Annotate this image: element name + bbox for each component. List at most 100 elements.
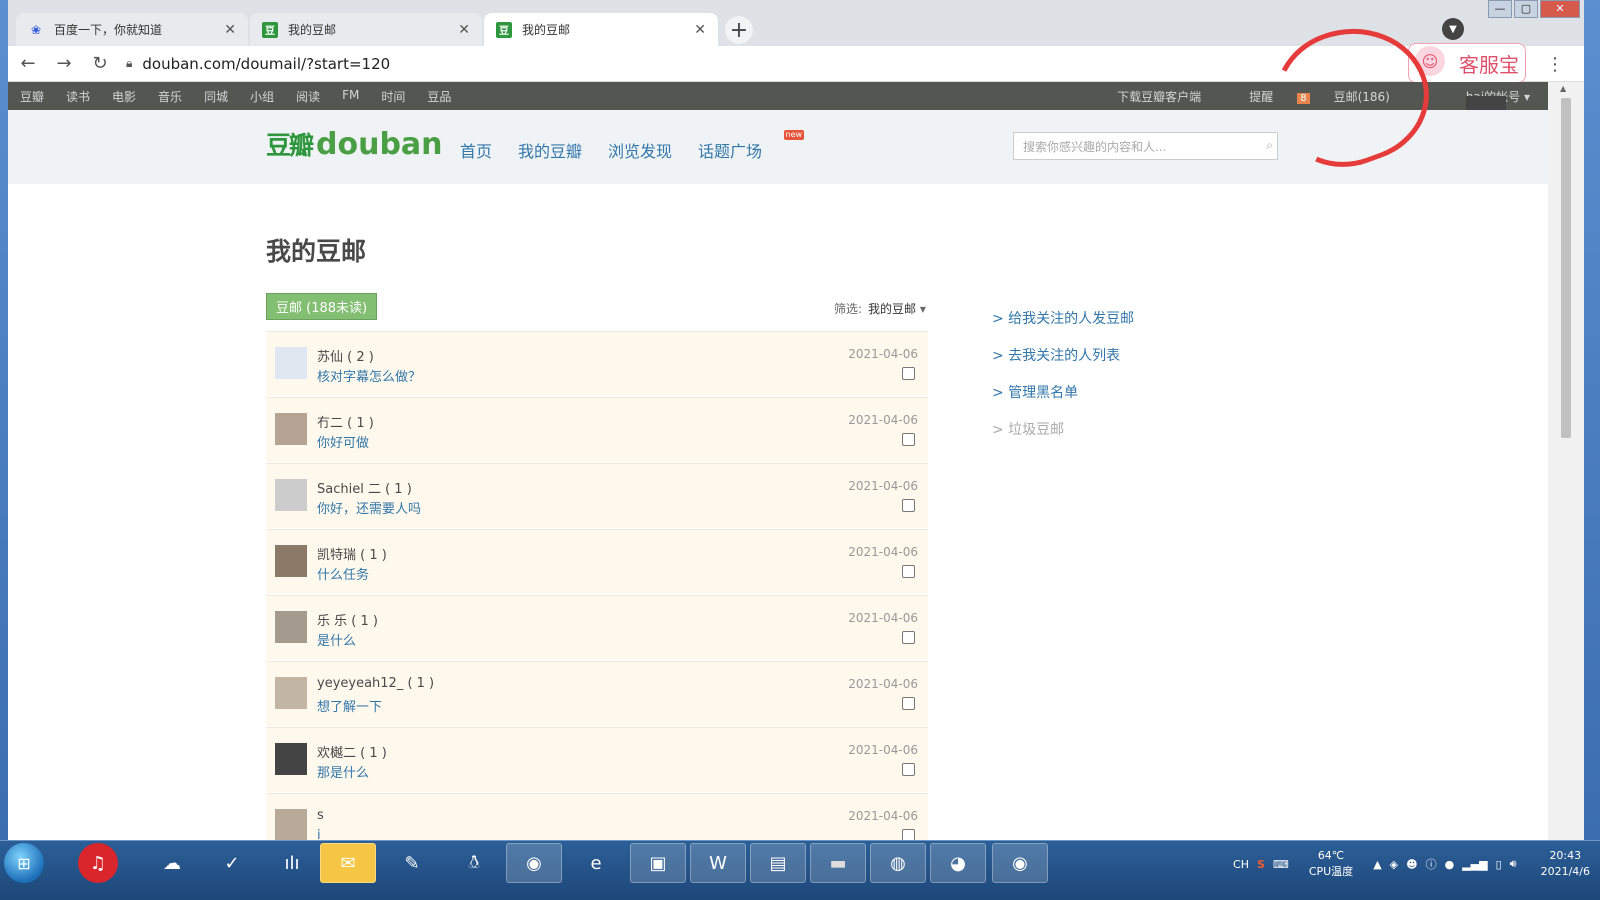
trash-doumail-link[interactable]: > 垃圾豆邮 — [992, 419, 1134, 439]
sender-name[interactable]: 凯特瑞 ( 1 ) — [317, 544, 387, 563]
sender-name[interactable]: 冇二 ( 1 ) — [317, 412, 374, 431]
tray-expand-icon[interactable]: ▲ — [1373, 858, 1381, 871]
vpn-icon[interactable]: ✓ — [204, 843, 260, 883]
cpu-temperature[interactable]: 64℃ CPU温度 — [1309, 848, 1353, 880]
sender-name[interactable]: s — [317, 808, 324, 823]
tray-app-icon[interactable]: ● — [1445, 858, 1455, 871]
global-nav-item[interactable]: 阅读 — [296, 88, 320, 105]
message-preview[interactable]: 你好可做 — [317, 432, 369, 451]
message-checkbox[interactable] — [902, 763, 915, 776]
message-preview[interactable]: 想了解一下 — [317, 696, 382, 715]
global-nav-item[interactable]: 电影 — [112, 88, 136, 105]
browser-tab-doumail-1[interactable]: 豆 我的豆邮 ✕ — [250, 13, 482, 46]
sender-name[interactable]: 欢樾⼆ ( 1 ) — [317, 742, 387, 761]
global-nav-item[interactable]: 豆品 — [427, 88, 451, 105]
message-checkbox[interactable] — [902, 433, 915, 446]
browser-tab-doumail-active[interactable]: 豆 我的豆邮 ✕ — [484, 13, 718, 46]
sender-avatar[interactable] — [275, 677, 307, 709]
firefox-icon[interactable]: ◍ — [870, 843, 926, 883]
browser-green-icon[interactable]: e — [568, 843, 624, 883]
sender-name[interactable]: 乐 乐 ( 1 ) — [317, 610, 378, 629]
message-row[interactable]: 乐 乐 ( 1 ) 是什么 2021-04-06 — [266, 595, 928, 661]
close-tab-icon[interactable]: ✕ — [694, 22, 706, 38]
volume-icon[interactable]: 🔊︎ — [1510, 857, 1517, 871]
profile-dropdown-icon[interactable]: ▼ — [1442, 18, 1464, 40]
followed-list-link[interactable]: > 去我关注的人列表 — [992, 345, 1134, 365]
address-bar[interactable]: 🔒︎ douban.com/doumail/?start=120 — [126, 49, 390, 79]
back-icon[interactable]: ← — [12, 53, 44, 74]
sender-avatar[interactable] — [275, 611, 307, 643]
message-preview[interactable]: 什么任务 — [317, 564, 369, 583]
sender-avatar[interactable] — [275, 413, 307, 445]
battery-icon[interactable]: ▯ — [1496, 858, 1502, 871]
global-nav-item[interactable]: 读书 — [66, 88, 90, 105]
sender-avatar[interactable] — [275, 347, 307, 379]
network-icon[interactable]: ▂▄▆ — [1462, 858, 1487, 871]
reload-icon[interactable]: ↻ — [84, 53, 116, 74]
sender-name[interactable]: 苏仙 ( 2 ) — [317, 346, 374, 365]
nav-my-douban[interactable]: 我的豆瓣 — [518, 138, 582, 162]
message-row[interactable]: 凯特瑞 ( 1 ) 什么任务 2021-04-06 — [266, 529, 928, 595]
sender-avatar[interactable] — [275, 743, 307, 775]
close-window-button[interactable]: ✕ — [1540, 0, 1580, 18]
start-button[interactable]: ⊞ — [4, 843, 44, 883]
message-row[interactable]: 苏仙 ( 2 ) 核对字幕怎么做？ 2021-04-06 — [266, 331, 928, 397]
message-checkbox[interactable] — [902, 697, 915, 710]
forward-icon[interactable]: → — [48, 53, 80, 74]
filter-control[interactable]: 筛选: 我的豆邮 ▾ — [834, 300, 926, 317]
netease-music-icon[interactable]: ♫ — [78, 843, 118, 883]
message-preview[interactable]: 核对字幕怎么做？ — [317, 366, 421, 385]
sogou-icon[interactable]: S — [1257, 858, 1265, 871]
message-checkbox[interactable] — [902, 499, 915, 512]
assistant-icon[interactable]: ◕ — [930, 843, 986, 883]
global-nav-item[interactable]: 同城 — [204, 88, 228, 105]
tray-app-icon[interactable]: ☻ — [1406, 858, 1417, 871]
qq-icon[interactable]: 🐧︎ — [446, 843, 502, 883]
browser-menu-icon[interactable]: ⋮ — [1546, 54, 1564, 75]
file-explorer-icon[interactable]: ▤ — [750, 843, 806, 883]
search-input[interactable]: 搜索你感兴趣的内容和人... ⌕ — [1013, 132, 1278, 160]
close-tab-icon[interactable]: ✕ — [224, 22, 236, 38]
sender-name[interactable]: Sachiel ⼆ ( 1 ) — [317, 478, 412, 497]
audio-app-icon[interactable]: ılı — [264, 843, 320, 883]
chrome-window-icon[interactable]: ◉ — [992, 843, 1048, 883]
message-checkbox[interactable] — [902, 631, 915, 644]
message-preview[interactable]: 你好，还需要人吗 — [317, 498, 421, 517]
close-tab-icon[interactable]: ✕ — [458, 22, 470, 38]
sender-avatar[interactable] — [275, 809, 307, 841]
nav-home[interactable]: 首页 — [460, 138, 492, 162]
blacklist-link[interactable]: > 管理黑名单 — [992, 382, 1134, 402]
sender-name[interactable]: yeyeyeah12_ ( 1 ) — [317, 676, 434, 691]
scrollbar[interactable]: ▲ — [1548, 82, 1584, 862]
wechat-icon[interactable]: ✉ — [320, 843, 376, 883]
global-nav-item[interactable]: 豆瓣 — [20, 88, 44, 105]
baidu-netdisk-icon[interactable]: ☁ — [144, 843, 200, 883]
send-to-followed-link[interactable]: > 给我关注的人发豆邮 — [992, 308, 1134, 328]
new-tab-button[interactable]: + — [725, 16, 753, 44]
global-nav-item[interactable]: 时间 — [381, 88, 405, 105]
message-row[interactable]: Sachiel ⼆ ( 1 ) 你好，还需要人吗 2021-04-06 — [266, 463, 928, 529]
message-row[interactable]: 欢樾⼆ ( 1 ) 那是什么 2021-04-06 — [266, 727, 928, 793]
chrome-icon[interactable]: ◉ — [506, 843, 562, 883]
minimize-button[interactable]: — — [1488, 0, 1512, 18]
global-nav-item[interactable]: FM — [342, 88, 359, 105]
nav-topics[interactable]: 话题广场 new — [698, 130, 805, 162]
message-preview[interactable]: 那是什么 — [317, 762, 369, 781]
message-preview[interactable]: 是什么 — [317, 630, 356, 649]
vm-icon[interactable]: ▣ — [630, 843, 686, 883]
download-client-link[interactable]: 下载豆瓣客户端 — [1117, 88, 1201, 105]
wps-icon[interactable]: W — [690, 843, 746, 883]
browser-tab-baidu[interactable]: ❀ 百度一下，你就知道 ✕ — [16, 13, 248, 46]
notes-icon[interactable]: ✎ — [384, 843, 440, 883]
sender-avatar[interactable] — [275, 479, 307, 511]
douban-logo[interactable]: 豆瓣 douban — [266, 126, 443, 162]
global-nav-item[interactable]: 音乐 — [158, 88, 182, 105]
doumail-unread-tab[interactable]: 豆邮 (188未读) — [266, 293, 378, 320]
maximize-button[interactable]: ▢ — [1514, 0, 1538, 18]
sender-avatar[interactable] — [275, 545, 307, 577]
global-nav-item[interactable]: 小组 — [250, 88, 274, 105]
ime-icon[interactable]: ⌨ — [1273, 858, 1289, 871]
message-row[interactable]: 冇二 ( 1 ) 你好可做 2021-04-06 — [266, 397, 928, 463]
tray-app-icon[interactable]: ⓘ — [1426, 856, 1437, 872]
scrollbar-thumb[interactable] — [1561, 98, 1571, 438]
